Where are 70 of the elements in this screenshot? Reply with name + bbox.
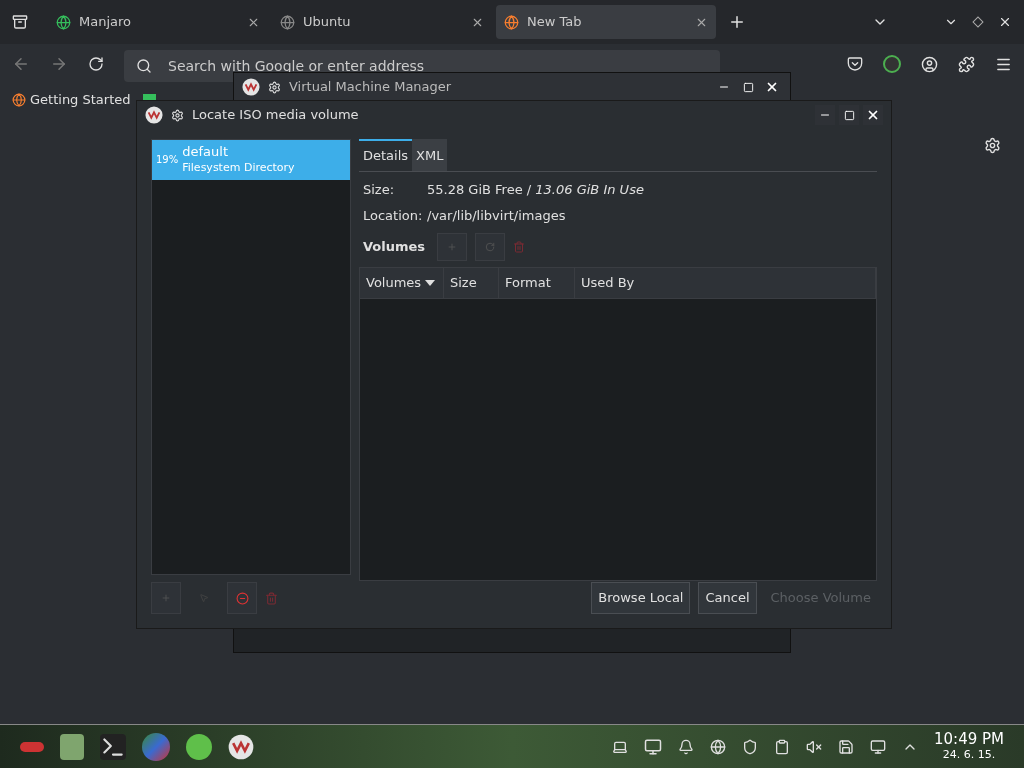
maximize-button[interactable] (839, 105, 859, 125)
settings-icon[interactable] (984, 137, 1001, 154)
stop-icon (235, 591, 249, 605)
detail-label: Location: (363, 206, 424, 225)
back-icon[interactable] (12, 55, 30, 73)
account-icon[interactable] (921, 55, 938, 73)
address-placeholder: Search with Google or enter address (168, 56, 425, 76)
pocket-icon[interactable] (847, 56, 863, 72)
vm-logo-icon (242, 78, 260, 96)
detail-value: 55.28 GiB Free / 13.06 GiB In Use (427, 181, 644, 199)
vm-logo-icon (228, 733, 254, 760)
new-tab-icon[interactable] (728, 13, 746, 31)
tab-favicon-icon (56, 14, 71, 30)
close-icon (866, 108, 880, 122)
close-icon (765, 80, 779, 94)
reload-icon[interactable] (88, 56, 104, 72)
minimize-button[interactable] (815, 105, 835, 125)
clipboard-icon[interactable] (774, 738, 790, 755)
tab-favicon-icon (280, 14, 295, 30)
close-icon[interactable] (998, 15, 1012, 29)
tab-title: Ubuntu (303, 13, 352, 32)
column-header[interactable]: Used By (575, 268, 876, 298)
display-icon[interactable] (644, 737, 662, 756)
clock-time[interactable]: 10:49 PM (934, 730, 1004, 747)
browser-tab[interactable]: Ubuntu (272, 5, 492, 39)
network-icon[interactable] (710, 738, 726, 755)
dialog-button[interactable]: Cancel (698, 582, 757, 614)
usage-percent: 19% (156, 153, 179, 167)
monitor-icon[interactable] (870, 738, 886, 755)
pool-name: default (182, 144, 229, 160)
column-header[interactable]: Volumes (360, 268, 444, 298)
browser-tab[interactable]: Manjaro (48, 5, 268, 39)
column-header[interactable]: Format (499, 268, 575, 298)
vm-logo-icon (145, 106, 163, 124)
forward-icon[interactable] (50, 55, 68, 73)
column-header[interactable]: Size (444, 268, 499, 298)
progress-ring-icon[interactable] (883, 55, 901, 73)
notes-app-icon[interactable] (60, 733, 84, 760)
shield-icon[interactable] (742, 738, 758, 755)
volumes-heading: Volumes (363, 238, 426, 257)
tab-title: New Tab (527, 13, 583, 32)
maximize-icon (843, 109, 855, 121)
extensions-icon[interactable] (958, 55, 975, 73)
sort-caret-icon (425, 280, 436, 286)
bookmark-favicon-icon (12, 93, 26, 107)
clock-date: 24. 6. 15. (942, 746, 996, 763)
plus-icon (447, 242, 458, 252)
tab-list-icon[interactable] (12, 14, 28, 30)
dialog-tab[interactable]: XML (412, 139, 448, 171)
tab-favicon-icon (504, 14, 519, 30)
dialog-button[interactable]: Browse Local (591, 582, 691, 614)
window-menu-icon[interactable] (171, 108, 184, 122)
terminal-icon[interactable] (100, 733, 126, 760)
globe-app-icon[interactable] (142, 732, 170, 761)
plus-icon (161, 593, 171, 603)
mute-icon[interactable] (806, 738, 822, 755)
bookmark-link[interactable]: Getting Started (30, 90, 131, 110)
notification-icon[interactable] (678, 738, 694, 755)
search-icon (136, 58, 152, 74)
detail-value: /var/lib/libvirt/images (427, 206, 566, 225)
refresh-icon (485, 242, 496, 252)
window-title: Locate ISO media volume (192, 106, 360, 125)
tab-title: Manjaro (79, 13, 132, 32)
close-button[interactable] (863, 105, 883, 125)
browser-tab[interactable]: New Tab (496, 5, 716, 39)
detail-label: Size: (363, 181, 396, 199)
maximize-icon (742, 81, 754, 93)
pool-type: Filesystem Directory (182, 160, 295, 176)
app-launcher-icon[interactable] (20, 741, 44, 752)
window-menu-icon[interactable] (268, 80, 281, 94)
